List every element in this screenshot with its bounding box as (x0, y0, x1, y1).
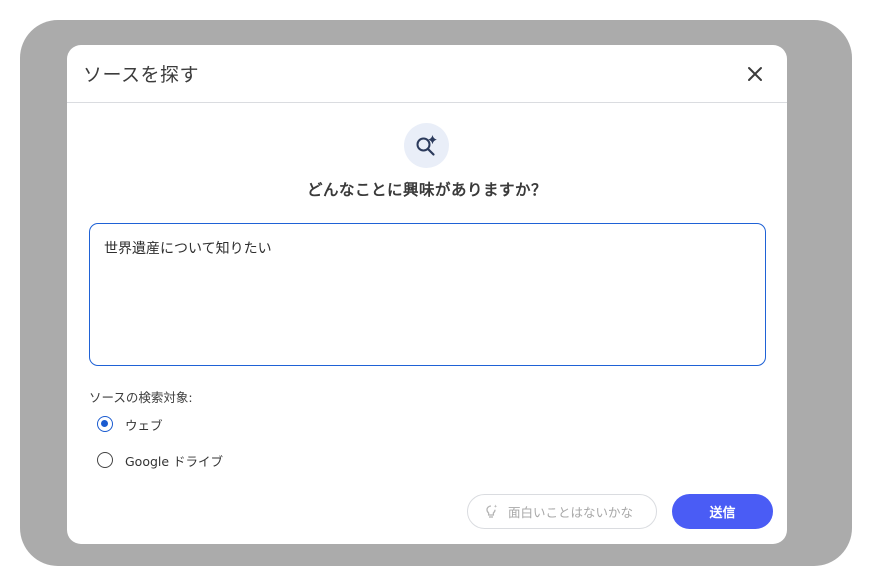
suggest-button[interactable]: 面白いことはないかな (467, 494, 657, 529)
radio-web-label: ウェブ (125, 417, 163, 433)
radio-web-selected[interactable] (97, 416, 113, 432)
radio-option-google-drive[interactable]: Google ドライブ (97, 449, 223, 471)
send-button[interactable]: 送信 (672, 494, 773, 529)
radio-option-web[interactable]: ウェブ (97, 413, 163, 435)
radio-google-drive-label: Google ドライブ (125, 453, 224, 469)
query-textarea[interactable]: 世界遺産について知りたい (89, 223, 766, 366)
suggest-button-label: 面白いことはないかな (508, 505, 634, 520)
dialog-header: ソースを探す (67, 45, 787, 103)
dialog-title: ソースを探す (83, 64, 200, 86)
find-sources-dialog: ソースを探す どんなことに興味がありますか？ 世界遺産について知りたい ソースの… (67, 45, 787, 544)
radio-google-drive[interactable] (97, 452, 113, 468)
close-icon[interactable] (743, 62, 767, 86)
lightbulb-icon (486, 504, 498, 518)
interest-question: どんなことに興味がありますか？ (306, 181, 547, 199)
search-target-label: ソースの検索対象: (89, 390, 193, 405)
search-sparkle-icon (404, 123, 449, 168)
